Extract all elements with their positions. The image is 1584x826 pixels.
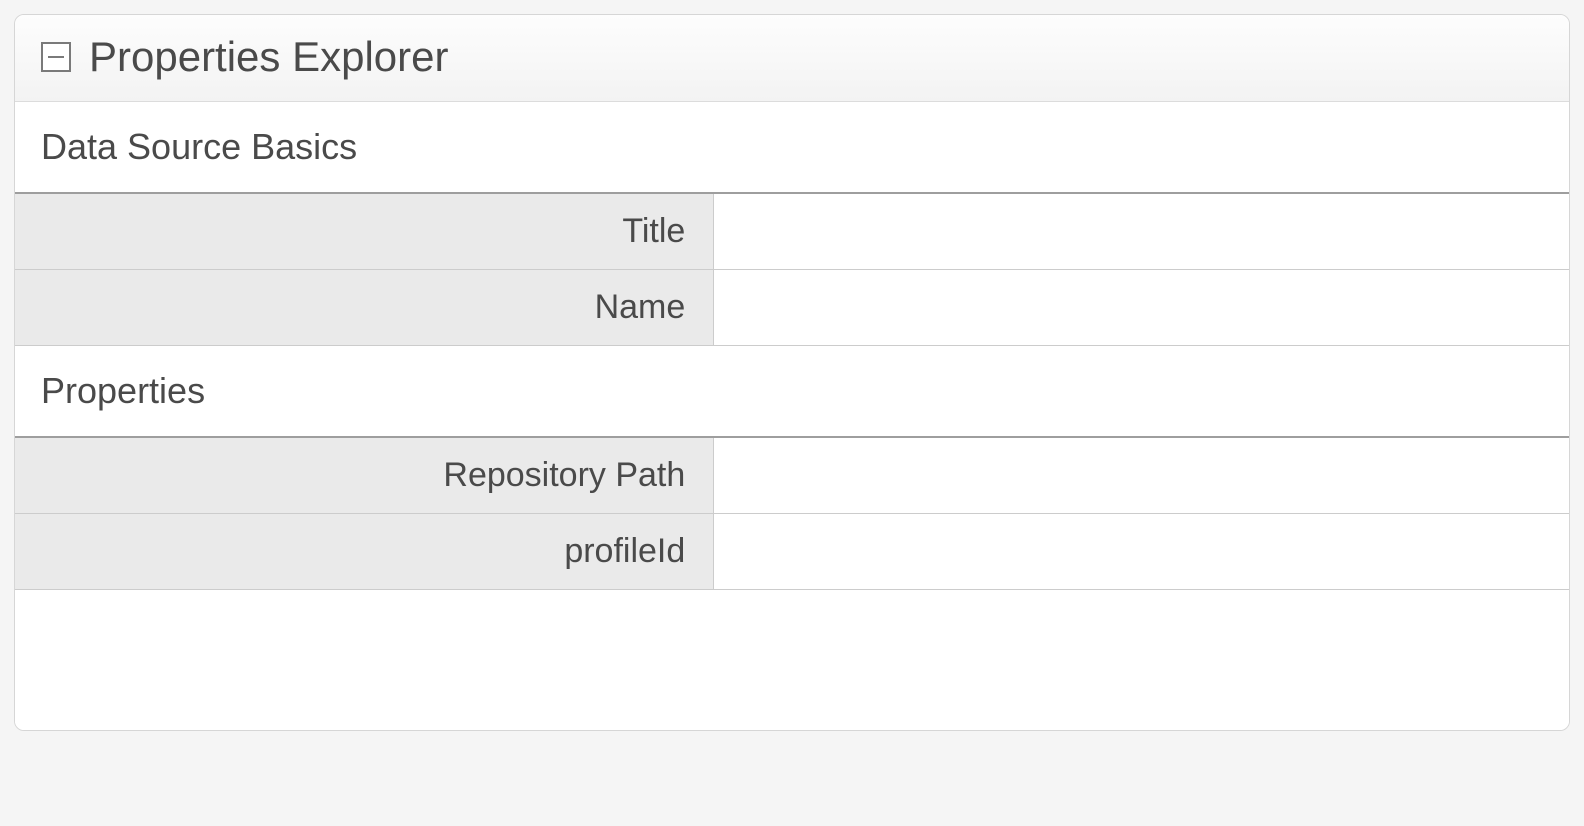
properties-explorer-panel: Properties Explorer Data Source Basics T… [14, 14, 1570, 731]
property-value-name[interactable] [714, 270, 1569, 345]
property-value-repository-path[interactable] [714, 438, 1569, 513]
property-label-name: Name [15, 270, 714, 345]
collapse-icon[interactable] [41, 42, 71, 72]
property-value-profile-id[interactable] [714, 514, 1569, 589]
property-label-profile-id: profileId [15, 514, 714, 589]
panel-title: Properties Explorer [89, 33, 448, 81]
section-header-properties: Properties [15, 346, 1569, 438]
property-row-profile-id: profileId [15, 514, 1569, 590]
property-row-title: Title [15, 194, 1569, 270]
panel-footer-space [15, 590, 1569, 730]
property-row-name: Name [15, 270, 1569, 346]
property-label-repository-path: Repository Path [15, 438, 714, 513]
property-row-repository-path: Repository Path [15, 438, 1569, 514]
panel-header: Properties Explorer [15, 15, 1569, 102]
property-label-title: Title [15, 194, 714, 269]
section-header-basics: Data Source Basics [15, 102, 1569, 194]
property-value-title[interactable] [714, 194, 1569, 269]
